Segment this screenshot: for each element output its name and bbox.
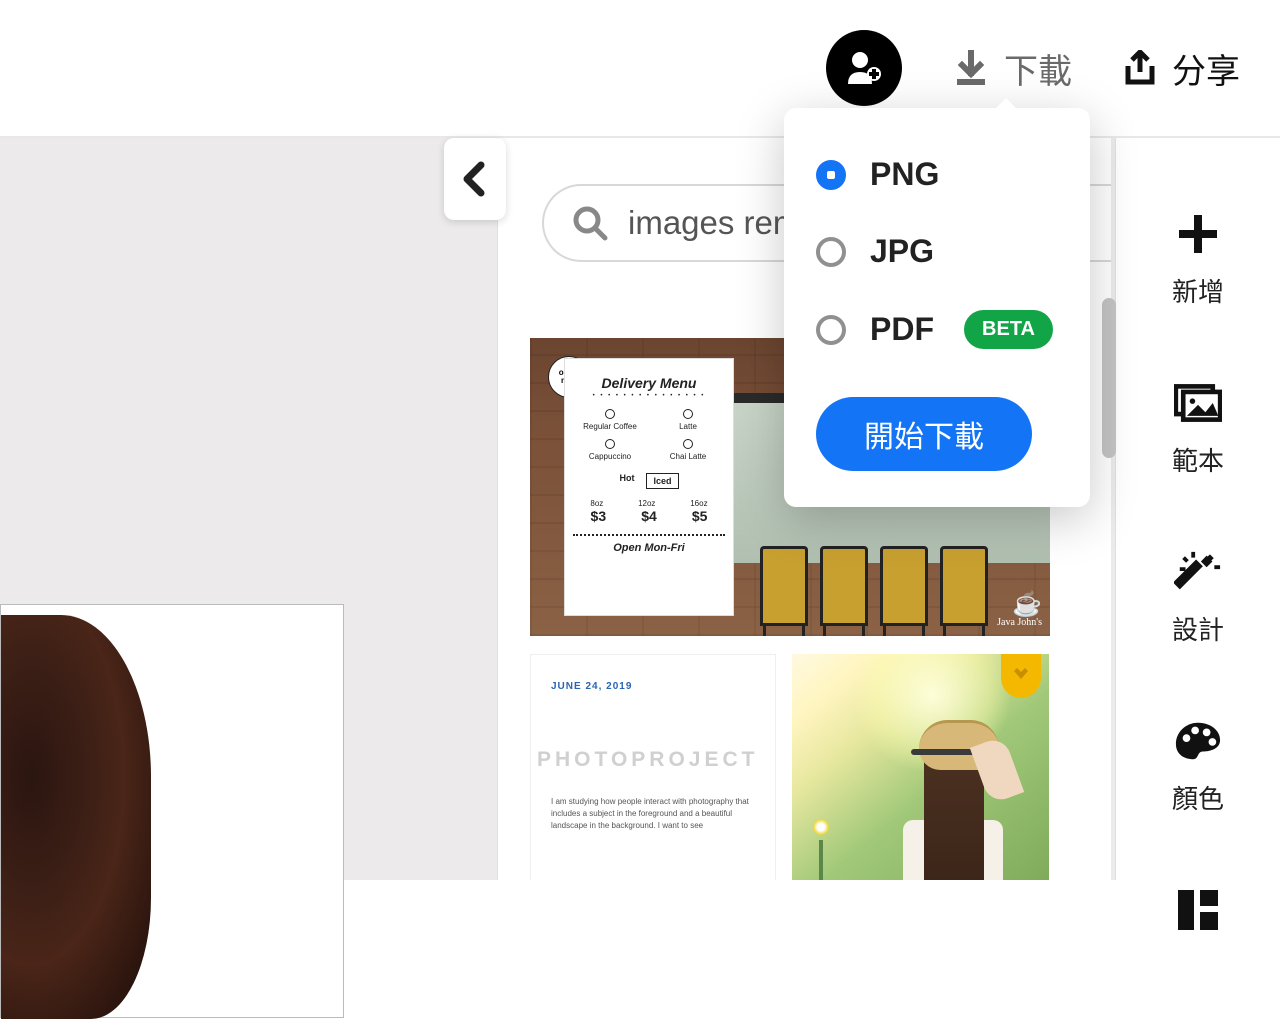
tool-design[interactable]: 設計 — [1172, 548, 1224, 647]
tool-layout[interactable] — [1174, 886, 1222, 934]
java-logo: ☕ Java John's — [997, 593, 1042, 628]
download-label: 下載 — [1004, 44, 1072, 93]
coffee-cup-icon: ☕ — [997, 593, 1042, 617]
tool-templates[interactable]: 範本 — [1172, 379, 1224, 478]
canvas-image-hair — [1, 615, 151, 1019]
wand-icon — [1174, 548, 1222, 596]
radio-icon — [816, 237, 846, 267]
format-option-png[interactable]: PNG — [816, 136, 1058, 213]
share-button[interactable]: 分享 — [1122, 44, 1240, 93]
template-body-text: I am studying how people interact with p… — [551, 796, 755, 832]
search-icon — [572, 205, 608, 241]
radio-icon — [816, 315, 846, 345]
panel-back-button[interactable] — [444, 138, 506, 220]
plus-icon — [1174, 210, 1222, 258]
format-option-jpg[interactable]: JPG — [816, 213, 1058, 290]
share-label: 分享 — [1172, 44, 1240, 93]
radio-selected-icon — [816, 160, 846, 190]
template-title: PHOTOPROJECT — [537, 748, 755, 772]
premium-badge-icon — [1001, 654, 1041, 698]
download-dropdown: PNG JPG PDF BETA 開始下載 — [784, 108, 1090, 507]
tool-color[interactable]: 顏色 — [1172, 717, 1224, 816]
template-card-sunlight[interactable] — [792, 654, 1049, 880]
template-card-photo-project[interactable]: JUNE 24, 2019 PHOTOPROJECT I am studying… — [530, 654, 776, 880]
palette-icon — [1174, 717, 1222, 765]
canvas-artboard[interactable] — [0, 604, 344, 1018]
start-download-button[interactable]: 開始下載 — [816, 397, 1032, 471]
template-icon — [1174, 379, 1222, 427]
format-option-pdf[interactable]: PDF BETA — [816, 290, 1058, 369]
download-icon — [952, 49, 990, 87]
beta-badge: BETA — [964, 310, 1053, 349]
search-value: images rem — [628, 204, 800, 242]
tool-add[interactable]: 新增 — [1172, 210, 1224, 309]
template-date: JUNE 24, 2019 — [551, 681, 755, 692]
share-icon — [1122, 50, 1158, 86]
add-user-button[interactable] — [826, 30, 902, 106]
layout-icon — [1174, 886, 1222, 934]
chevron-left-icon — [461, 159, 489, 199]
scrollbar-thumb[interactable] — [1102, 298, 1116, 458]
right-toolbar: 新增 範本 設計 — [1115, 138, 1280, 880]
download-button[interactable]: 下載 — [952, 44, 1072, 93]
person-add-icon — [844, 48, 884, 88]
menu-paper: Delivery Menu • • • • • • • • • • • • • … — [564, 358, 734, 616]
